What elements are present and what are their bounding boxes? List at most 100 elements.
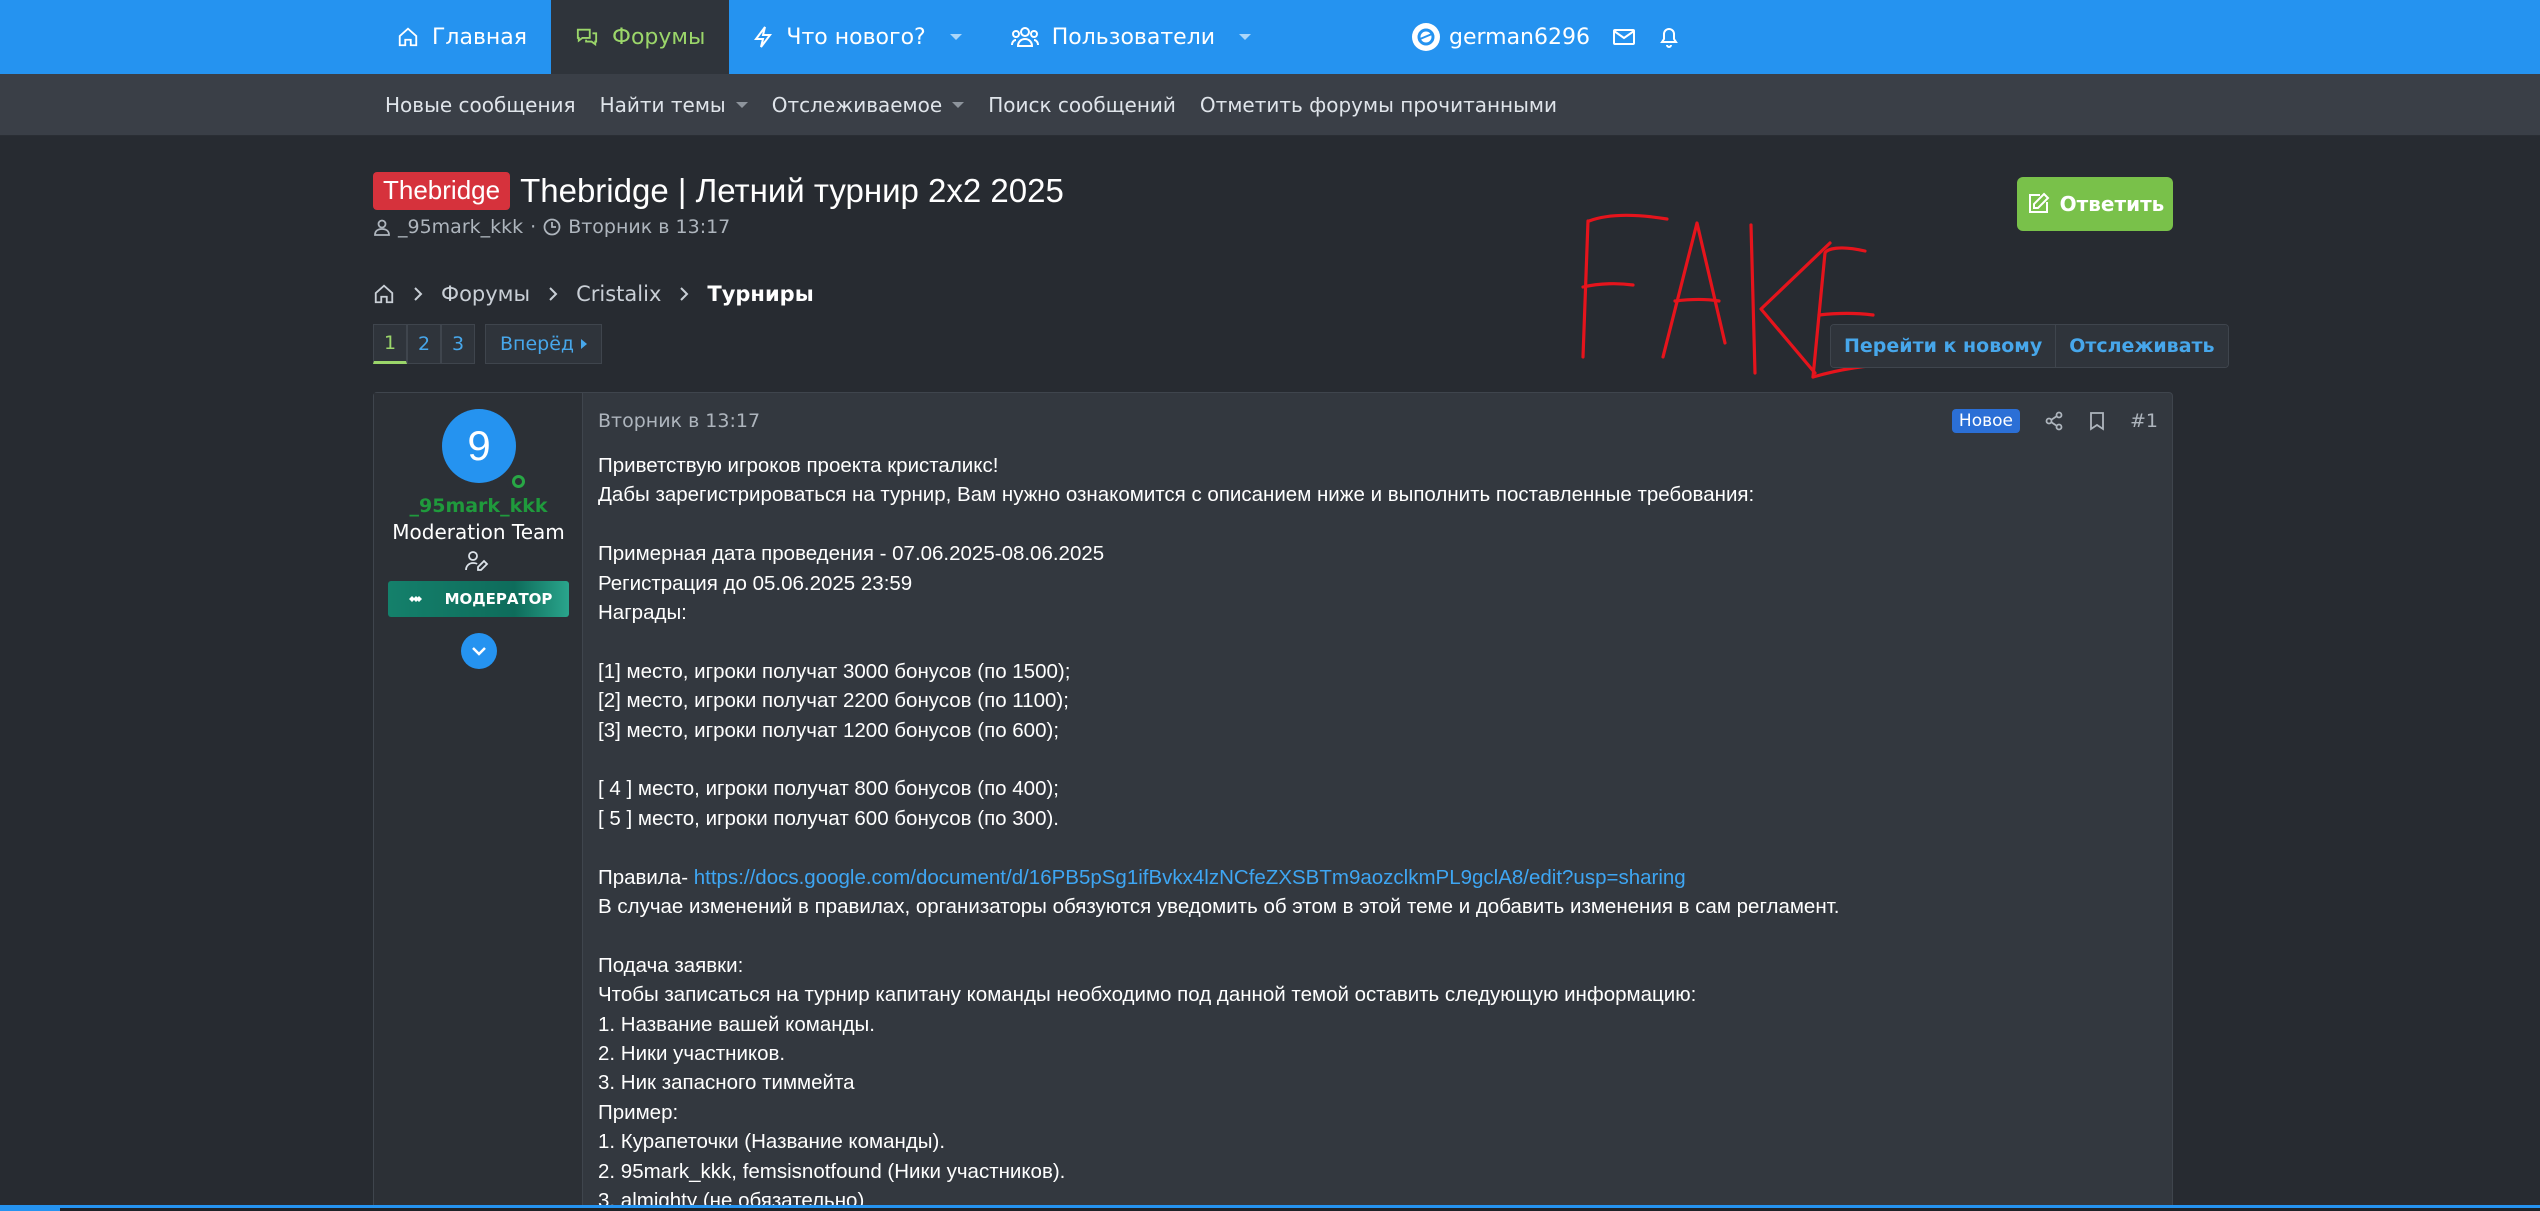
next-page-button[interactable]: Вперёд xyxy=(485,324,603,364)
chevron-down-icon[interactable] xyxy=(949,32,963,42)
breadcrumb-tournaments[interactable]: Турниры xyxy=(707,282,813,306)
post-line: [ 5 ] место, игроки получат 600 бонусов … xyxy=(598,806,1059,830)
breadcrumb-forums[interactable]: Форумы xyxy=(441,282,530,306)
nav-account: german6296 xyxy=(1411,0,1680,74)
post-body: Приветствую игроков проекта кристаликс! … xyxy=(598,451,2158,1211)
subnav-label: Отметить форумы прочитанными xyxy=(1199,93,1558,117)
post-actions: Новое #1 xyxy=(1951,409,2158,433)
breadcrumb: Форумы Cristalix Турниры xyxy=(373,282,814,306)
caret-right-icon xyxy=(580,339,588,349)
post-line: В случае изменений в правилах, организат… xyxy=(598,895,1840,919)
chevron-down-icon xyxy=(735,101,748,109)
page-3[interactable]: 3 xyxy=(441,324,475,364)
goto-new-button[interactable]: Перейти к новому xyxy=(1831,325,2056,367)
post-line: 3. Ник запасного тиммейта xyxy=(598,1071,855,1095)
tab-forums[interactable]: Форумы xyxy=(551,0,730,74)
rules-link[interactable]: https://docs.google.com/document/d/16PB5… xyxy=(694,866,1686,889)
bookmark-icon[interactable] xyxy=(2088,411,2106,431)
tab-label: Пользователи xyxy=(1051,24,1216,50)
post-user-cell: 9 _95mark_kkk Moderation Team МОДЕРАТОР xyxy=(374,393,583,1211)
post-line: [1] место, игроки получат 3000 бонусов (… xyxy=(598,659,1071,683)
reply-button[interactable]: Ответить xyxy=(2017,177,2173,231)
post-line: Пример: xyxy=(598,1100,679,1124)
chevron-down-icon xyxy=(952,101,965,109)
subnav-mark-read[interactable]: Отметить форумы прочитанными xyxy=(1188,93,1569,117)
subnav-watched[interactable]: Отслеживаемое xyxy=(760,93,976,117)
home-icon[interactable] xyxy=(373,283,395,305)
post-line: 2. Ники участников. xyxy=(598,1042,786,1066)
home-icon xyxy=(397,26,419,48)
post-line: [3] место, игроки получат 1200 бонусов (… xyxy=(598,718,1060,742)
chevron-down-icon xyxy=(471,646,487,656)
subnav-find-threads[interactable]: Найти темы xyxy=(588,93,760,117)
thread-date[interactable]: Вторник в 13:17 xyxy=(568,216,730,238)
bolt-icon xyxy=(753,25,773,49)
mail-icon[interactable] xyxy=(1612,27,1636,47)
share-icon[interactable] xyxy=(2044,411,2064,431)
post-username[interactable]: _95mark_kkk xyxy=(374,495,583,517)
tab-label: Что нового? xyxy=(786,24,926,50)
users-icon xyxy=(1010,26,1039,48)
page-2[interactable]: 2 xyxy=(407,324,441,364)
subnav-new-posts[interactable]: Новые сообщения xyxy=(373,93,588,117)
thread-prefix[interactable]: Thebridge xyxy=(373,172,511,210)
post-number[interactable]: #1 xyxy=(2130,410,2158,432)
avatar[interactable]: 9 xyxy=(442,409,516,483)
post-line: 2. 95mark_kkk, femsisnotfound (Ники учас… xyxy=(598,1159,1066,1183)
new-badge: Новое xyxy=(1951,409,2020,433)
chevron-right-icon xyxy=(413,286,423,302)
username: german6296 xyxy=(1448,24,1590,50)
post-line: 1. Курапеточки (Название команды). xyxy=(598,1130,946,1154)
chevron-right-icon xyxy=(548,286,558,302)
subnav-search-posts[interactable]: Поиск сообщений xyxy=(976,93,1188,117)
post: 9 _95mark_kkk Moderation Team МОДЕРАТОР … xyxy=(373,392,2173,1211)
page-title: Thebridge | Летний турнир 2x2 2025 xyxy=(520,172,1064,209)
top-navbar: Главная Форумы Что нового? Пользователи … xyxy=(0,0,2540,74)
thread-author[interactable]: _95mark_kkk xyxy=(398,216,523,238)
avatar xyxy=(1411,23,1440,51)
subnav-label: Отслеживаемое xyxy=(771,93,943,117)
post-line: Дабы зарегистрироваться на турнир, Вам н… xyxy=(598,483,1755,507)
rules-prefix: Правила- xyxy=(598,865,694,889)
rules-line: Правила- https://docs.google.com/documen… xyxy=(598,863,2158,892)
reply-label: Ответить xyxy=(2059,192,2165,216)
page-1[interactable]: 1 xyxy=(373,324,407,364)
loading-bar xyxy=(0,1205,2540,1211)
tab-label: Главная xyxy=(432,24,528,50)
breadcrumb-cristalix[interactable]: Cristalix xyxy=(576,282,661,306)
chevron-down-icon[interactable] xyxy=(1238,32,1252,42)
bell-icon[interactable] xyxy=(1658,25,1680,49)
watch-button[interactable]: Отслеживать xyxy=(2055,325,2228,367)
diamond-icon xyxy=(405,592,427,606)
thread-header: Thebridge Thebridge | Летний турнир 2x2 … xyxy=(373,172,1064,210)
user-edit-icon xyxy=(464,549,490,573)
chevron-right-icon xyxy=(679,286,689,302)
tab-whats-new[interactable]: Что нового? xyxy=(729,0,986,74)
user-icon xyxy=(373,218,391,236)
subnav-label: Поиск сообщений xyxy=(988,93,1176,117)
post-line: Регистрация до 05.06.2025 23:59 xyxy=(598,571,913,595)
user-title: Moderation Team xyxy=(392,520,565,544)
post-line: Подача заявки: xyxy=(598,953,744,977)
chat-icon xyxy=(575,26,599,48)
nav-tabs: Главная Форумы Что нового? Пользователи xyxy=(373,0,1276,74)
subnav-label: Новые сообщения xyxy=(385,93,576,117)
online-status-icon xyxy=(506,469,530,493)
tab-home[interactable]: Главная xyxy=(373,0,551,74)
post-line: Приветствую игроков проекта кристаликс! xyxy=(598,454,999,477)
post-date[interactable]: Вторник в 13:17 xyxy=(598,410,760,432)
account-link[interactable]: german6296 xyxy=(1411,23,1590,51)
sub-navbar: Новые сообщения Найти темы Отслеживаемое… xyxy=(0,74,2540,136)
expand-button[interactable] xyxy=(461,633,497,669)
post-line: [2] место, игроки получат 2200 бонусов (… xyxy=(598,689,1069,713)
thread-actions: Перейти к новому Отслеживать xyxy=(1830,324,2229,368)
post-line: 1. Название вашей команды. xyxy=(598,1012,875,1036)
clock-icon xyxy=(543,218,561,236)
post-line: Примерная дата проведения - 07.06.2025-0… xyxy=(598,542,1105,566)
tab-users[interactable]: Пользователи xyxy=(987,0,1276,74)
